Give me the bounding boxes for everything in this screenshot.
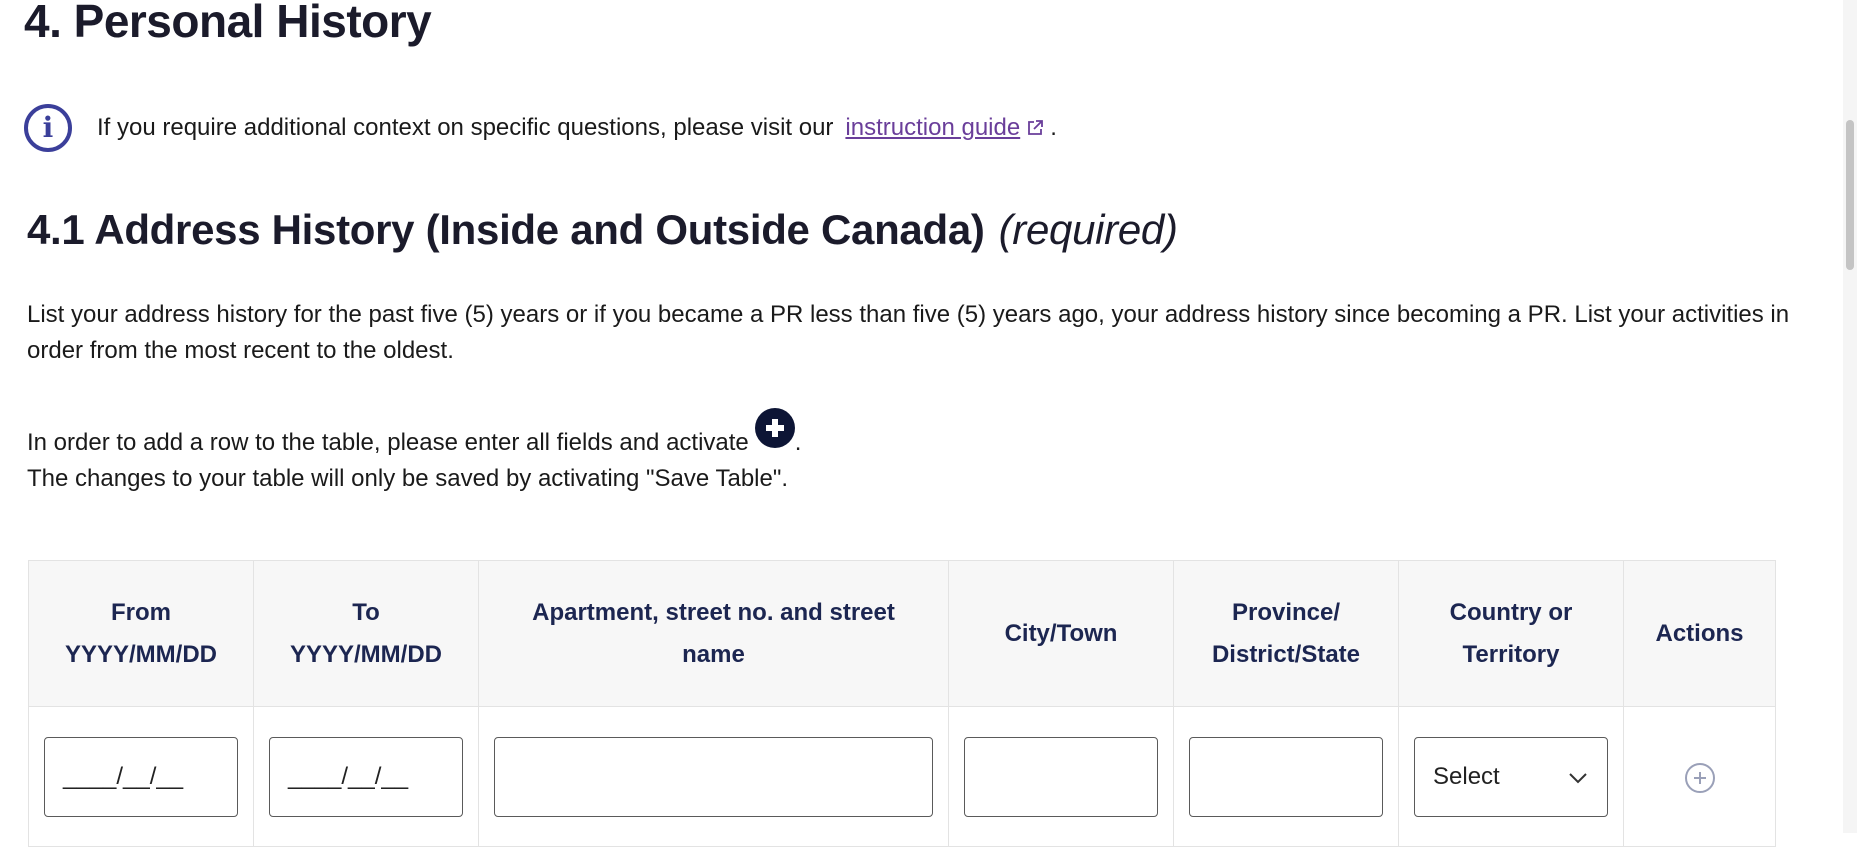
city-input[interactable] <box>964 737 1158 817</box>
to-date-input[interactable]: ____/__/__ <box>269 737 463 817</box>
chevron-down-icon <box>1569 773 1587 784</box>
header-from-format: YYYY/MM/DD <box>64 640 217 668</box>
table-header-row: From YYYY/MM/DD To YYYY/MM/DD Apartment, s… <box>28 560 1776 707</box>
add-row-circle-icon <box>754 408 795 448</box>
header-to-format: YYYY/MM/DD <box>289 640 442 668</box>
info-suffix: . <box>1050 114 1057 141</box>
header-from: From YYYY/MM/DD <box>28 560 254 707</box>
header-to-label: To <box>352 598 380 626</box>
cell-city <box>948 706 1174 847</box>
province-input[interactable] <box>1189 737 1383 817</box>
scrollbar-thumb[interactable] <box>1846 120 1854 270</box>
instructions-line-1: In order to add a row to the table, plea… <box>27 408 801 461</box>
header-to: To YYYY/MM/DD <box>253 560 479 707</box>
info-notice: i If you require additional context on s… <box>24 104 1057 152</box>
description-text: List your address history for the past f… <box>27 301 1790 364</box>
subsection-title: 4.1 Address History (Inside and Outside … <box>27 206 1178 254</box>
add-row-button[interactable] <box>1684 763 1715 793</box>
header-country-line-1: Country or <box>1449 598 1573 626</box>
subsection-title-text: 4.1 Address History (Inside and Outside … <box>27 206 985 253</box>
page: 4. Personal History i If you require add… <box>0 0 1857 847</box>
address-history-table: From YYYY/MM/DD To YYYY/MM/DD Apartment, s… <box>28 560 1776 847</box>
cell-to: ____/__/__ <box>253 706 479 847</box>
required-label: (required) <box>998 206 1178 253</box>
header-province: Province/District/State <box>1173 560 1399 707</box>
country-select[interactable]: Select <box>1414 737 1608 817</box>
header-from-label: From <box>111 598 171 626</box>
section-title: 4. Personal History <box>24 0 432 47</box>
instruction-guide-link[interactable]: instruction guide <box>845 114 1044 142</box>
cell-country: Select <box>1398 706 1624 847</box>
cell-actions <box>1623 706 1776 847</box>
cell-province <box>1173 706 1399 847</box>
header-actions: Actions <box>1623 560 1776 707</box>
cell-street <box>478 706 949 847</box>
info-text: If you require additional context on spe… <box>97 114 834 141</box>
header-street: Apartment, street no. and street name <box>478 560 949 707</box>
cell-from: ____/__/__ <box>28 706 254 847</box>
country-select-value: Select <box>1433 763 1500 790</box>
instructions: In order to add a row to the table, plea… <box>27 408 801 497</box>
header-province-line-1: Province/ <box>1231 598 1341 626</box>
instruction-guide-link-label: instruction guide <box>845 114 1021 141</box>
table-row: ____/__/__ ____/__/__ Select <box>28 706 1776 847</box>
header-province-line-2: District/State <box>1211 640 1361 668</box>
header-country-line-2: Territory <box>1462 640 1560 668</box>
instructions-line-1-suffix: . <box>794 429 802 456</box>
instructions-line-1-text: In order to add a row to the table, plea… <box>27 429 749 456</box>
external-link-icon <box>1028 120 1044 135</box>
header-city: City/Town <box>948 560 1174 707</box>
instructions-line-2: The changes to your table will only be s… <box>27 465 789 492</box>
info-icon: i <box>24 104 72 152</box>
street-input[interactable] <box>494 737 933 817</box>
from-date-input[interactable]: ____/__/__ <box>44 737 238 817</box>
header-country: Country or Territory <box>1398 560 1624 707</box>
scrollbar[interactable] <box>1843 0 1857 833</box>
